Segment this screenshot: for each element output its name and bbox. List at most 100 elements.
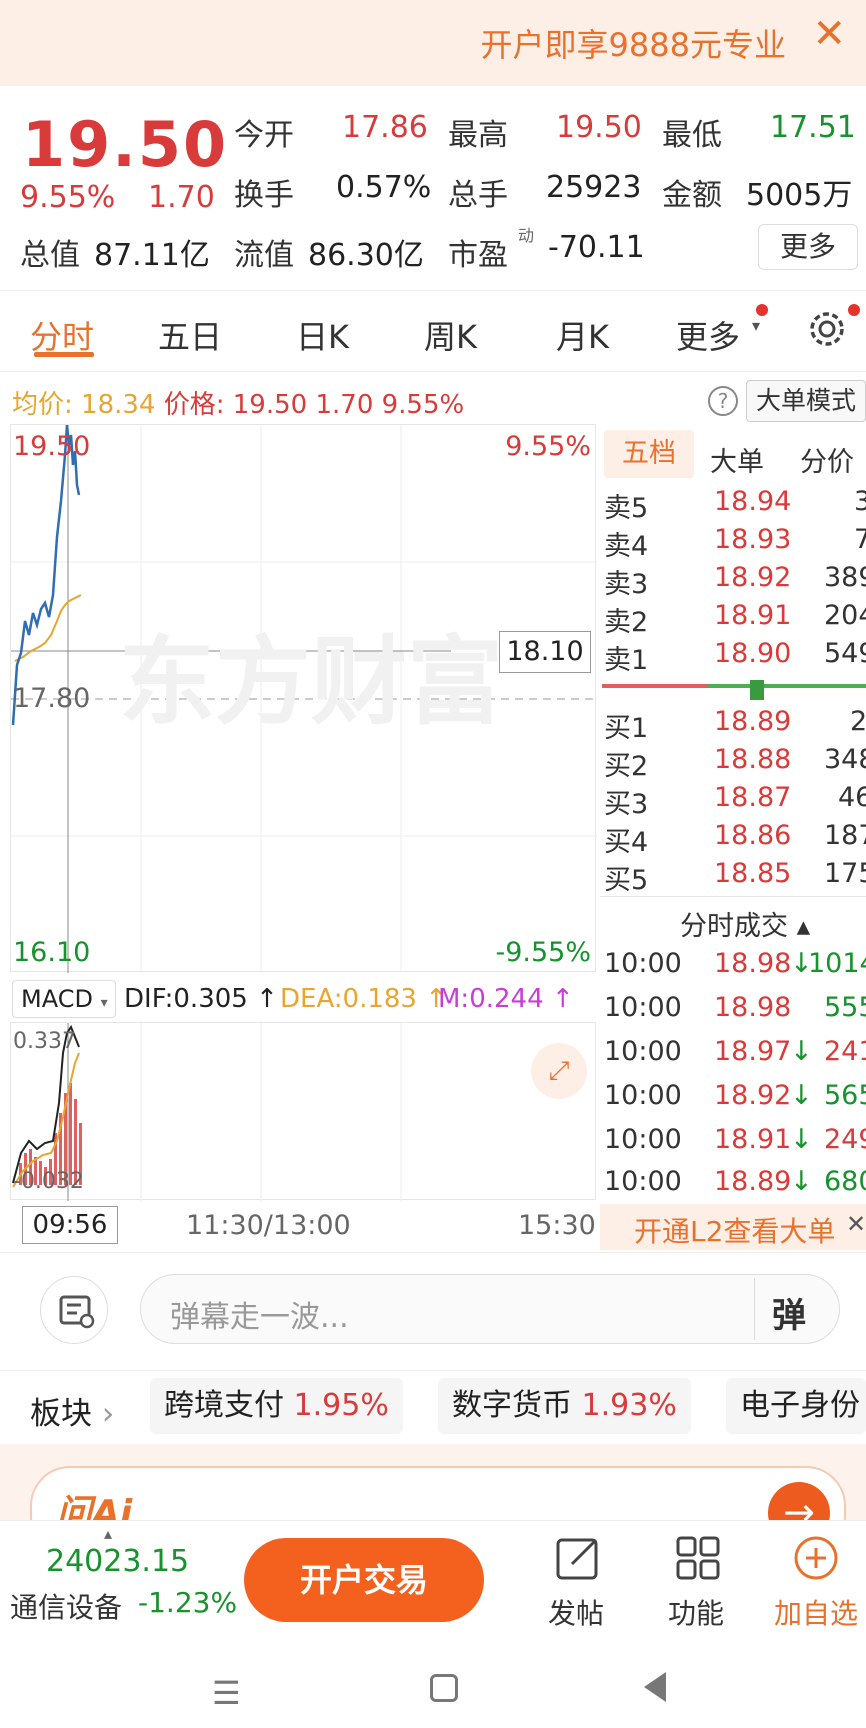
market-cap-value: 87.11亿 bbox=[94, 238, 210, 273]
trades-title[interactable]: 分时成交 ▴ bbox=[680, 904, 810, 943]
l2-upsell-text[interactable]: 开通L2查看大单 bbox=[634, 1210, 835, 1250]
nav-post-label[interactable]: 发帖 bbox=[548, 1592, 604, 1632]
macd-dea: DEA:0.183 ↑ bbox=[280, 984, 448, 1014]
expand-icon[interactable]: ⤢ bbox=[531, 1043, 587, 1099]
buy-4-price: 18.86 bbox=[714, 820, 792, 851]
buy-5-label: 买5 bbox=[604, 865, 649, 896]
pe-label: 市盈 bbox=[448, 238, 508, 273]
nav-add-watchlist-label[interactable]: 加自选 bbox=[774, 1592, 858, 1632]
open-value: 17.86 bbox=[342, 110, 428, 145]
trade-6-time: 10:00 bbox=[604, 1166, 682, 1197]
macd-dif-text: DIF:0.305 bbox=[124, 984, 248, 1014]
danmaku-toggle-button[interactable]: 弹 bbox=[772, 1288, 806, 1337]
sector-chip-name: 数字货币 bbox=[452, 1388, 572, 1423]
close-icon[interactable]: ✕ bbox=[846, 1210, 866, 1238]
trade-1-price: 18.98 bbox=[714, 948, 792, 979]
danmaku-input-placeholder[interactable]: 弹幕走一波... bbox=[170, 1292, 349, 1336]
trade-5-time: 10:00 bbox=[604, 1124, 682, 1155]
sector-index-value[interactable]: 24023.15 bbox=[46, 1544, 189, 1579]
nav-function-label[interactable]: 功能 bbox=[668, 1592, 724, 1632]
sector-chip-cross-border-payment[interactable]: 跨境支付 1.95% bbox=[150, 1378, 403, 1434]
tab-big-orders[interactable]: 大单 bbox=[710, 440, 764, 479]
divider bbox=[754, 1278, 755, 1340]
tab-five-day[interactable]: 五日 bbox=[158, 312, 222, 358]
menu-icon[interactable]: ☰ bbox=[212, 1674, 241, 1712]
home-icon[interactable] bbox=[430, 1674, 458, 1702]
price-value: 19.50 bbox=[232, 390, 308, 420]
open-account-trade-button[interactable]: 开户交易 bbox=[244, 1538, 484, 1622]
trade-2-time: 10:00 bbox=[604, 992, 682, 1023]
price-label: 价格: bbox=[163, 390, 225, 420]
tab-more[interactable]: 更多 bbox=[676, 312, 740, 358]
add-circle-icon[interactable] bbox=[788, 1530, 844, 1586]
sector-index-pct[interactable]: -1.23% bbox=[138, 1586, 237, 1619]
turnover-label: 换手 bbox=[234, 178, 294, 213]
sell-4-label: 卖4 bbox=[604, 531, 649, 562]
active-tab-indicator bbox=[34, 352, 94, 357]
low-label: 最低 bbox=[662, 118, 722, 153]
sector-chip-digital-identity[interactable]: 电子身份 bbox=[726, 1378, 866, 1434]
buy-1-price: 18.89 bbox=[714, 706, 792, 737]
settings-gear-icon[interactable] bbox=[804, 306, 850, 356]
buy-1-volume: 2 bbox=[850, 706, 866, 737]
trade-2-volume: 555 bbox=[824, 992, 866, 1023]
tab-price-distribution[interactable]: 分价 bbox=[800, 440, 854, 479]
settings-dot bbox=[848, 304, 860, 316]
open-label: 今开 bbox=[234, 118, 294, 153]
tab-daily-k[interactable]: 日K bbox=[296, 312, 349, 358]
indicator-selector[interactable]: MACD ▾ bbox=[12, 980, 116, 1018]
market-cap-label: 总值 bbox=[20, 238, 80, 273]
float-cap-value: 86.30亿 bbox=[308, 238, 424, 273]
chart-y-mid: 17.80 bbox=[13, 683, 91, 714]
sector-chip-name: 跨境支付 bbox=[164, 1388, 284, 1423]
macd-dea-text: DEA:0.183 bbox=[280, 984, 417, 1014]
caret-up-icon: ▴ bbox=[104, 1524, 113, 1543]
bid-ask-ratio-ask bbox=[602, 684, 708, 688]
macd-chart[interactable]: 0.337 -0.032 ⤢ bbox=[10, 1022, 596, 1201]
caret-down-icon: ▾ bbox=[752, 316, 761, 335]
volume-label: 总手 bbox=[448, 178, 508, 213]
more-button[interactable]: 更多 bbox=[758, 224, 858, 270]
intraday-chart[interactable]: 东方财富 19.50 9.55% 17.80 16.10 -9.55% 18.1… bbox=[10, 424, 597, 973]
grid-apps-icon[interactable] bbox=[670, 1530, 726, 1586]
trade-4-volume: 565 bbox=[824, 1080, 866, 1111]
sell-3-volume: 389 bbox=[824, 562, 866, 593]
trade-4-direction: ↓ bbox=[790, 1080, 813, 1111]
close-icon[interactable]: ✕ bbox=[812, 14, 846, 54]
sector-chip-digital-currency[interactable]: 数字货币 1.93% bbox=[438, 1378, 691, 1434]
sector-label[interactable]: 板块 › bbox=[30, 1388, 114, 1433]
sell-5-label: 卖5 bbox=[604, 493, 649, 524]
amount-label: 金额 bbox=[662, 178, 722, 213]
current-price: 19.50 bbox=[22, 108, 229, 181]
pe-superscript: 动 bbox=[518, 226, 535, 245]
trades-title-text: 分时成交 bbox=[680, 911, 788, 942]
buy-4-volume: 187 bbox=[824, 820, 866, 851]
big-order-mode-button[interactable]: 大单模式 bbox=[746, 380, 866, 422]
buy-1-label: 买1 bbox=[604, 713, 649, 744]
time-axis: 09:56 11:30/13:00 15:30 bbox=[0, 1202, 600, 1246]
tab-weekly-k[interactable]: 周K bbox=[424, 312, 477, 358]
chevron-right-icon: › bbox=[101, 1396, 115, 1432]
back-icon[interactable] bbox=[644, 1672, 666, 1702]
sell-1-label: 卖1 bbox=[604, 645, 649, 676]
notification-dot bbox=[756, 304, 768, 316]
buy-2-volume: 348 bbox=[824, 744, 866, 775]
high-value: 19.50 bbox=[556, 110, 642, 145]
time-end: 15:30 bbox=[518, 1210, 596, 1241]
sell-2-volume: 204 bbox=[824, 600, 866, 631]
system-navigation-bar: ☰ bbox=[0, 1652, 866, 1728]
comment-list-icon[interactable] bbox=[40, 1276, 108, 1344]
sector-index-name[interactable]: 通信设备 bbox=[10, 1586, 122, 1626]
promo-text[interactable]: 开户即享9888元专业 bbox=[481, 20, 786, 66]
trade-1-volume: 1014 bbox=[808, 948, 866, 979]
trade-5-price: 18.91 bbox=[714, 1124, 792, 1155]
help-icon[interactable]: ? bbox=[708, 386, 738, 416]
post-edit-icon[interactable] bbox=[550, 1530, 606, 1586]
buy-5-volume: 175 bbox=[824, 858, 866, 889]
trade-2-price: 18.98 bbox=[714, 992, 792, 1023]
buy-2-label: 买2 bbox=[604, 751, 649, 782]
tab-five-levels[interactable]: 五档 bbox=[604, 430, 694, 478]
trade-6-volume: 680 bbox=[824, 1166, 866, 1197]
tab-monthly-k[interactable]: 月K bbox=[556, 312, 609, 358]
change-amount: 1.70 bbox=[148, 180, 215, 215]
